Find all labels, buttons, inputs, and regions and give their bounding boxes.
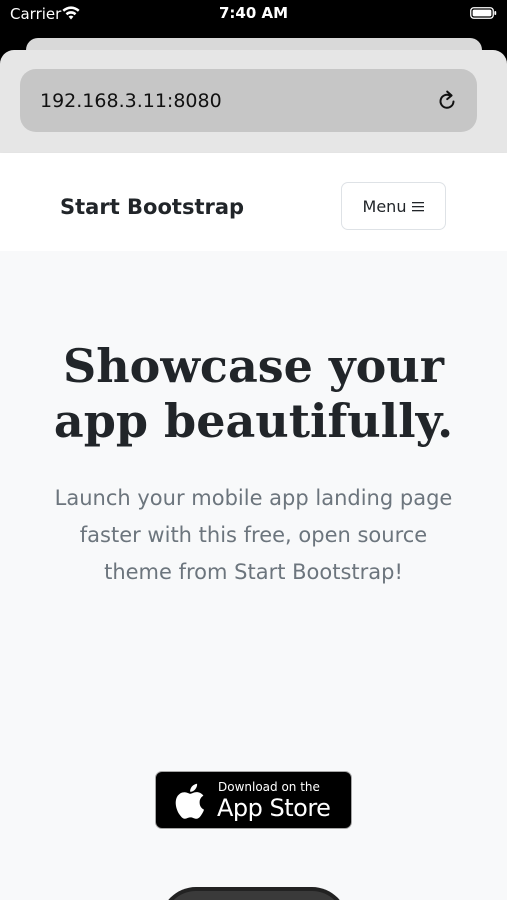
reload-icon[interactable] [435, 89, 459, 113]
status-bar: Carrier 7:40 AM [0, 0, 507, 30]
menu-button-label: Menu [362, 196, 407, 216]
address-bar[interactable]: 192.168.3.11:8080 [20, 69, 477, 132]
status-time: 7:40 AM [218, 4, 289, 22]
hero-title-line-2: app beautifully. [53, 394, 454, 448]
app-store-badge[interactable]: Download on the App Store [155, 771, 352, 829]
badge-large-text: App Store [217, 794, 331, 822]
battery-icon [470, 7, 497, 19]
hero-title-line-1: Showcase your [62, 339, 445, 393]
navbar-brand[interactable]: Start Bootstrap [60, 193, 244, 221]
hero-title: Showcase your app beautifully. [20, 339, 487, 449]
hero-subtitle: Launch your mobile app landing page fast… [54, 486, 453, 584]
url-text[interactable]: 192.168.3.11:8080 [40, 89, 222, 113]
menu-toggle-button[interactable]: Menu [341, 182, 446, 230]
phone-screen: Carrier 7:40 AM 192.168.3.11:8080 Start … [0, 0, 507, 900]
badge-small-text: Download on the [218, 780, 320, 794]
device-mockup [160, 887, 348, 900]
browser-chrome: 192.168.3.11:8080 [0, 30, 507, 153]
apple-icon [175, 783, 204, 819]
hero-section: Showcase your app beautifully. Launch you… [0, 251, 507, 900]
site-navbar: Start Bootstrap Menu [0, 153, 507, 251]
hamburger-icon [412, 201, 425, 211]
